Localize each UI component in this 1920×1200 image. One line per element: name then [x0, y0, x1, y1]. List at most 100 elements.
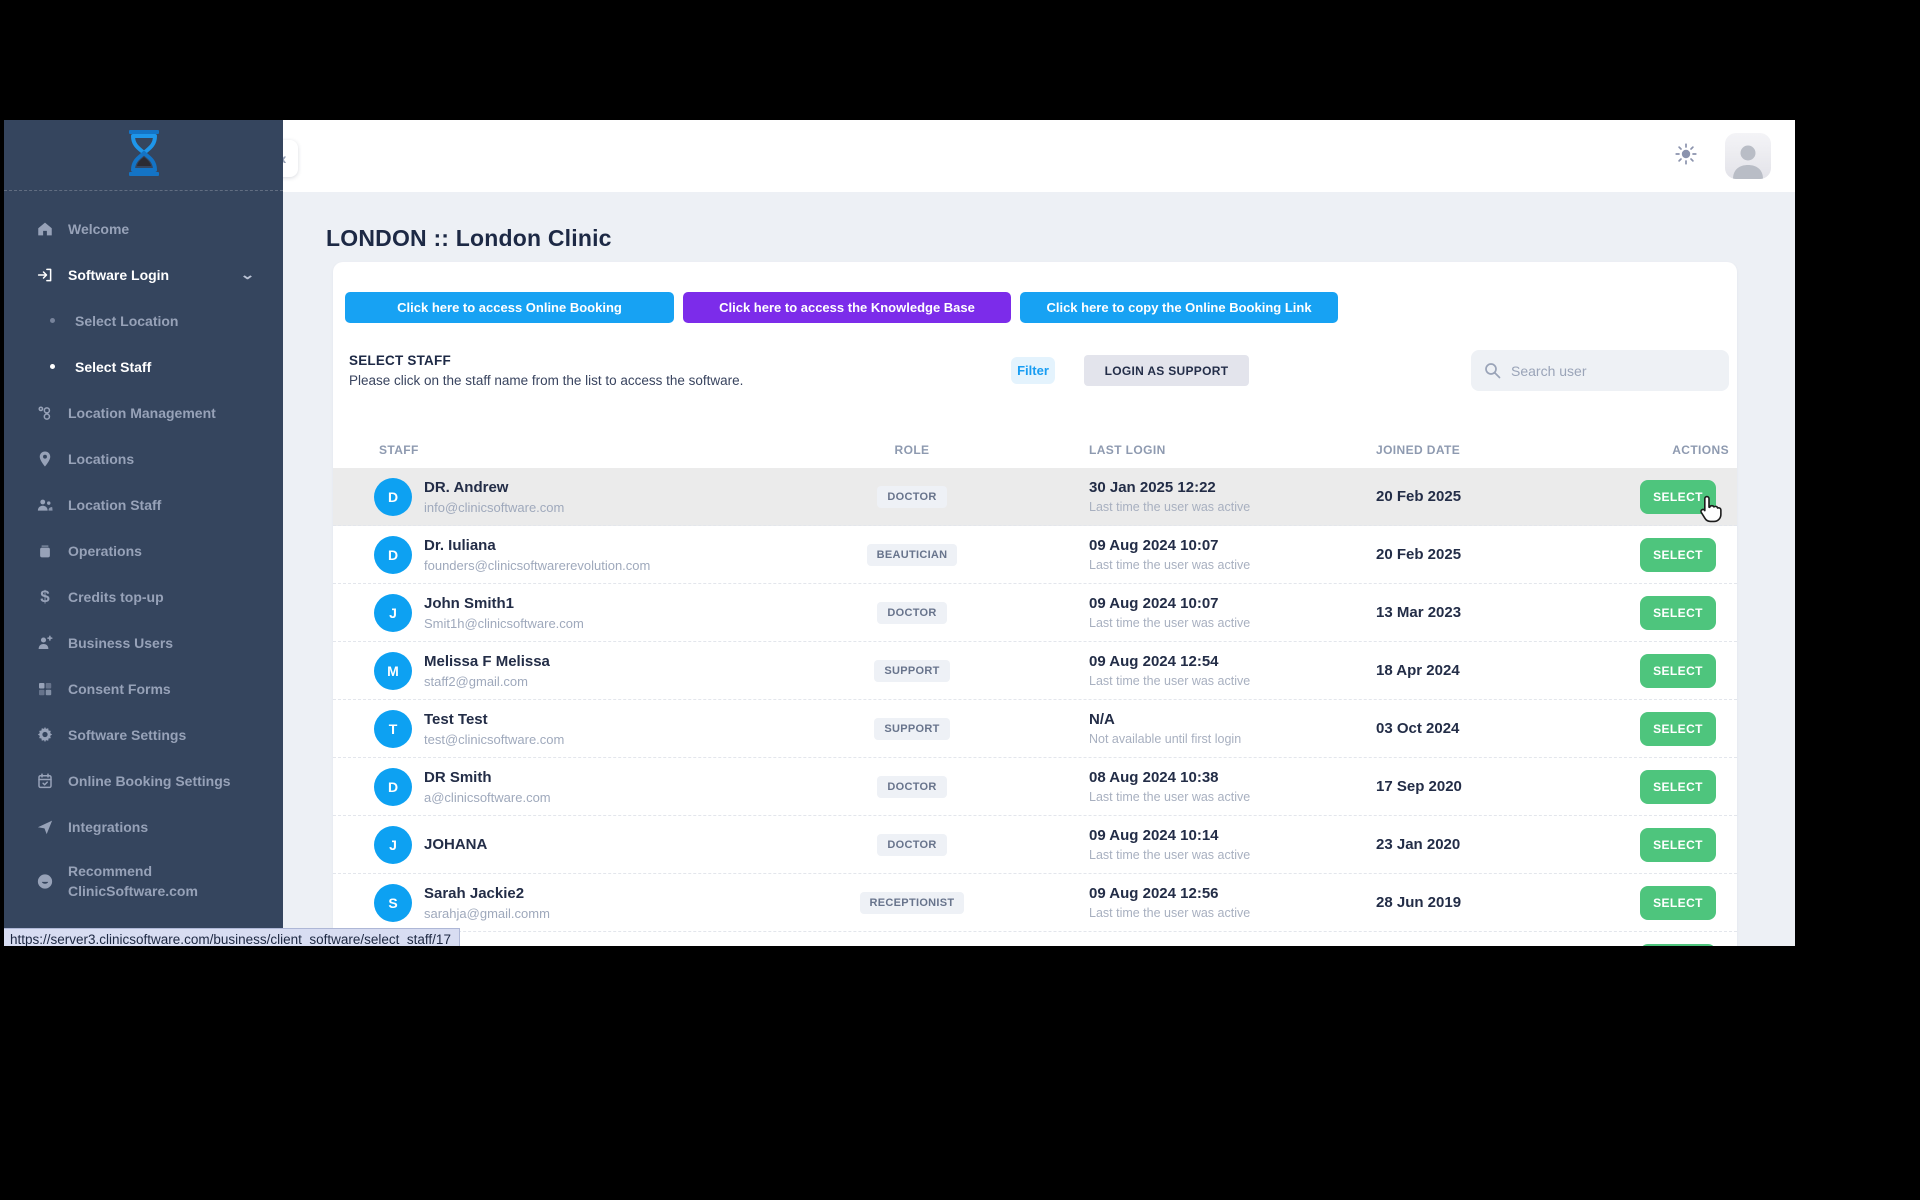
people-icon — [36, 495, 54, 515]
sidebar-item-online-booking-settings[interactable]: Online Booking Settings — [4, 759, 283, 802]
staff-name-cell[interactable]: John Smith1Smit1h@clinicsoftware.com — [424, 595, 832, 631]
theme-sun-icon[interactable] — [1675, 143, 1697, 170]
bullet-dot-icon — [50, 364, 55, 369]
actions-cell: SELECT — [1640, 828, 1716, 862]
joined-date-cell: 23 Jan 2020 — [1276, 836, 1544, 853]
bullet-dot-icon — [50, 318, 55, 323]
col-header-actions: ACTIONS — [1672, 443, 1729, 457]
sidebar-item-label: RecommendClinicSoftware.com — [68, 861, 198, 902]
sidebar-item-operations[interactable]: Operations — [4, 529, 283, 572]
staff-name-cell[interactable]: JOHANA — [424, 836, 832, 853]
select-staff-button[interactable]: SELECT — [1640, 480, 1716, 514]
staff-role-cell: DOCTOR — [877, 834, 946, 856]
table-row[interactable]: D DR Smitha@clinicsoftware.com DOCTOR 08… — [333, 758, 1737, 816]
sidebar-item-label: Welcome — [68, 221, 129, 237]
filter-button[interactable]: Filter — [1011, 357, 1055, 384]
col-header-role[interactable]: ROLE — [895, 443, 930, 457]
table-row[interactable]: J John Smith1Smit1h@clinicsoftware.com D… — [333, 584, 1737, 642]
staff-avatar: D — [374, 536, 424, 574]
staff-name-cell[interactable]: Sarah Jackie2sarahja@gmail.comm — [424, 885, 832, 921]
col-header-last-login[interactable]: LAST LOGIN — [992, 443, 1276, 457]
search-user-input[interactable] — [1471, 350, 1729, 391]
staff-card: Click here to access Online Booking Click… — [333, 262, 1737, 946]
staff-role-cell: DOCTOR — [877, 602, 946, 624]
sidebar-item-integrations[interactable]: Integrations — [4, 805, 283, 848]
table-row[interactable]: M Melissa F Melissastaff2@gmail.com SUPP… — [333, 642, 1737, 700]
joined-date-cell: 18 Apr 2024 — [1276, 662, 1544, 679]
table-row[interactable]: D DR. Andrewinfo@clinicsoftware.com DOCT… — [333, 468, 1737, 526]
actions-cell: SELECT — [1640, 538, 1716, 572]
select-staff-button[interactable]: SELECT — [1640, 538, 1716, 572]
last-login-cell: 30 Jan 2025 12:22Last time the user was … — [992, 479, 1276, 514]
col-header-joined-date[interactable]: JOINED DATE — [1276, 443, 1544, 457]
sidebar-item-business-users[interactable]: Business Users — [4, 621, 283, 664]
select-staff-button[interactable]: SELECT — [1640, 944, 1716, 947]
select-staff-button[interactable]: SELECT — [1640, 770, 1716, 804]
table-row[interactable]: T Test Testtest@clinicsoftware.com SUPPO… — [333, 700, 1737, 758]
desktop-background: Welcome Software Login⌄Select Location Sel… — [0, 0, 1920, 1200]
grid-icon — [36, 679, 54, 699]
sidebar-item-label: Business Users — [68, 635, 173, 651]
sidebar-item-select-location[interactable]: Select Location — [4, 299, 283, 342]
sidebar-item-location-management[interactable]: Location Management — [4, 391, 283, 434]
paper-plane-icon — [36, 817, 54, 837]
select-staff-button[interactable]: SELECT — [1640, 828, 1716, 862]
staff-role-cell: SUPPORT — [874, 660, 949, 682]
staff-name-cell[interactable]: Test Testtest@clinicsoftware.com — [424, 711, 832, 747]
quick-action-buttons: Click here to access Online Booking Click… — [333, 262, 1737, 323]
staff-role-cell: DOCTOR — [877, 776, 946, 798]
sidebar-item-software-settings[interactable]: Software Settings — [4, 713, 283, 756]
user-avatar[interactable] — [1725, 133, 1771, 179]
sidebar-item-consent-forms[interactable]: Consent Forms — [4, 667, 283, 710]
staff-avatar: D — [374, 768, 424, 806]
sidebar-item-select-staff[interactable]: Select Staff — [4, 345, 283, 388]
table-row[interactable]: D Dr. Iulianafounders@clinicsoftwarerevo… — [333, 526, 1737, 584]
table-row[interactable]: J JOHANA DOCTOR 09 Aug 2024 10:14Last ti… — [333, 816, 1737, 874]
select-staff-button[interactable]: SELECT — [1640, 712, 1716, 746]
sidebar-item-label: Software Settings — [68, 727, 186, 743]
table-row[interactable]: S Sarah Jackie2sarahja@gmail.comm RECEPT… — [333, 874, 1737, 932]
smiley-icon — [36, 871, 54, 891]
staff-avatar: M — [374, 652, 424, 690]
staff-name-cell[interactable]: Dr. Iulianafounders@clinicsoftwarerevolu… — [424, 537, 832, 573]
sidebar-item-location-staff[interactable]: Location Staff — [4, 483, 283, 526]
staff-name-cell[interactable]: Melissa F Melissastaff2@gmail.com — [424, 653, 832, 689]
select-staff-button[interactable]: SELECT — [1640, 886, 1716, 920]
topbar: « — [283, 120, 1795, 192]
col-header-staff[interactable]: STAFF — [374, 443, 832, 457]
sidebar: Welcome Software Login⌄Select Location Sel… — [4, 120, 283, 946]
sidebar-item-welcome[interactable]: Welcome — [4, 207, 283, 250]
operations-icon — [36, 541, 54, 561]
role-badge: RECEPTIONIST — [860, 892, 965, 914]
staff-role-cell: SUPPORT — [874, 718, 949, 740]
staff-name-cell[interactable]: DR Smitha@clinicsoftware.com — [424, 769, 832, 805]
click-here-to-copy-the-online-booking-link-button[interactable]: Click here to copy the Online Booking Li… — [1020, 292, 1338, 323]
role-badge: DOCTOR — [877, 486, 946, 508]
select-staff-text: SELECT STAFF Please click on the staff n… — [349, 353, 1011, 388]
click-here-to-access-online-booking-button[interactable]: Click here to access Online Booking — [345, 292, 674, 323]
sidebar-item-credits-top-up[interactable]: $Credits top-up — [4, 575, 283, 618]
actions-cell: SELECT — [1640, 886, 1716, 920]
app-logo[interactable] — [4, 120, 283, 191]
user-plus-icon — [36, 633, 54, 653]
sidebar-item-label: Online Booking Settings — [68, 773, 231, 789]
browser-viewport: Welcome Software Login⌄Select Location Sel… — [4, 120, 1795, 946]
sidebar-item-label: Select Staff — [75, 359, 151, 375]
joined-date-cell: 20 Feb 2025 — [1276, 546, 1544, 563]
sidebar-item-label: Integrations — [68, 819, 148, 835]
select-staff-button[interactable]: SELECT — [1640, 596, 1716, 630]
select-staff-subtitle: Please click on the staff name from the … — [349, 373, 1011, 388]
search-user — [1471, 350, 1729, 391]
sidebar-item-label: Consent Forms — [68, 681, 171, 697]
sidebar-item-locations[interactable]: Locations — [4, 437, 283, 480]
login-as-support-button[interactable]: LOGIN AS SUPPORT — [1084, 355, 1249, 386]
map-pin-icon — [36, 449, 54, 469]
select-staff-button[interactable]: SELECT — [1640, 654, 1716, 688]
table-row[interactable]: DOCTOR 08 Aug 2024 10:42 23 Jan 2020 SEL… — [333, 932, 1737, 946]
sidebar-item-software-login[interactable]: Software Login⌄ — [4, 253, 283, 296]
click-here-to-access-the-knowledge-base-button[interactable]: Click here to access the Knowledge Base — [683, 292, 1011, 323]
gear-icon — [36, 725, 54, 745]
role-badge: BEAUTICIAN — [867, 544, 958, 566]
staff-name-cell[interactable]: DR. Andrewinfo@clinicsoftware.com — [424, 479, 832, 515]
sidebar-item-recommend-clinicsoftware-com[interactable]: RecommendClinicSoftware.com — [4, 851, 283, 911]
